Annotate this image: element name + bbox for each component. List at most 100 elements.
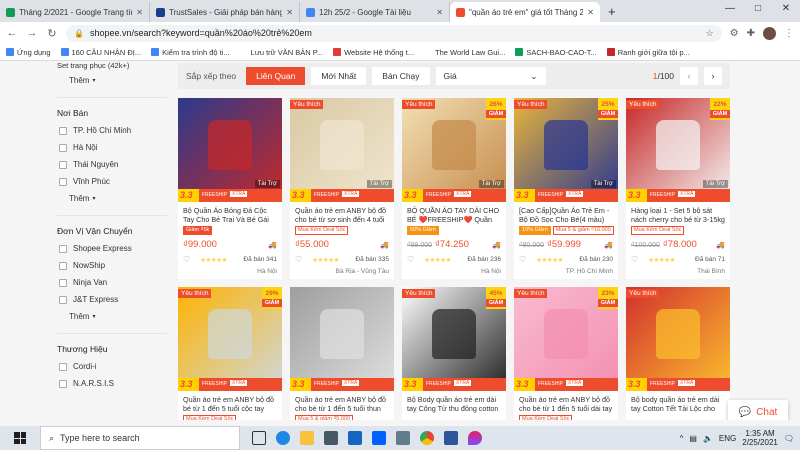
bookmark-item[interactable]: Kiểm tra trình độ ti... bbox=[151, 48, 230, 57]
product-image[interactable]: Yêu thích 3.3 FREESHIP XTRA bbox=[626, 287, 730, 391]
checkbox[interactable] bbox=[59, 261, 67, 270]
product-image[interactable]: Yêu thích 3.3 FREESHIP XTRA Tài Trợ bbox=[290, 98, 394, 202]
sort-newest-button[interactable]: Mới Nhất bbox=[311, 67, 367, 85]
browser-tab[interactable]: 12h 25/2 - Google Tài liệu ✕ bbox=[300, 2, 450, 22]
minimize-button[interactable]: — bbox=[716, 0, 744, 18]
prev-page-button[interactable]: ‹ bbox=[680, 67, 698, 85]
filter-option[interactable]: Thái Nguyên bbox=[57, 160, 167, 169]
task-view-icon[interactable] bbox=[252, 431, 266, 445]
checkbox[interactable] bbox=[59, 244, 67, 253]
bookmark-item[interactable]: SACH-BAO-CAO-T... bbox=[515, 48, 597, 57]
heart-icon[interactable]: ♡ bbox=[631, 255, 638, 264]
mail-icon[interactable] bbox=[348, 431, 362, 445]
heart-icon[interactable]: ♡ bbox=[519, 255, 526, 264]
bookmark-item[interactable]: Ứng dụng bbox=[6, 48, 51, 57]
close-window-button[interactable]: ✕ bbox=[772, 0, 800, 18]
product-image[interactable]: Yêu thích 23% GIẢM 3.3 FREESHIP XTRA bbox=[514, 287, 618, 391]
chrome-icon[interactable] bbox=[420, 431, 434, 445]
notification-icon[interactable]: 🗨 bbox=[784, 434, 794, 443]
menu-dots-icon[interactable]: ⋮ bbox=[784, 28, 794, 39]
product-image[interactable]: Yêu thích 45% GIẢM 3.3 FREESHIP XTRA bbox=[402, 287, 506, 391]
calendar-icon[interactable] bbox=[396, 431, 410, 445]
product-image[interactable]: 3.3 FREESHIP XTRA Tài Trợ bbox=[178, 98, 282, 202]
product-image[interactable]: Yêu thích 25% GIẢM 3.3 FREESHIP XTRA Tài Trợ bbox=[514, 98, 618, 202]
checkbox[interactable] bbox=[59, 295, 67, 304]
product-image[interactable]: Yêu thích 29% GIẢM 3.3 FREESHIP XTRA bbox=[178, 287, 282, 391]
heart-icon[interactable]: ♡ bbox=[407, 255, 414, 264]
product-card[interactable]: Yêu thích 23% GIẢM 3.3 FREESHIP XTRA Quần áo t… bbox=[514, 287, 618, 420]
browser-tab[interactable]: Tháng 2/2021 - Google Trang tín ✕ bbox=[0, 2, 150, 22]
volume-icon[interactable]: 🔈 bbox=[703, 434, 713, 443]
checkbox[interactable] bbox=[59, 177, 67, 186]
edge-icon[interactable] bbox=[276, 431, 290, 445]
filter-option[interactable]: J&T Express bbox=[57, 295, 167, 304]
browser-tab[interactable]: TrustSales - Giải pháp bán hàng ở ✕ bbox=[150, 2, 300, 22]
heart-icon[interactable]: ♡ bbox=[295, 255, 302, 264]
filter-more-link[interactable]: Thêm ▾ bbox=[69, 194, 167, 203]
puzzle-icon[interactable]: ✚ bbox=[747, 28, 755, 39]
checkbox[interactable] bbox=[59, 143, 67, 152]
filter-more-link[interactable]: Thêm ▾ bbox=[69, 312, 167, 321]
profile-avatar[interactable] bbox=[763, 26, 776, 40]
bookmark-star-icon[interactable]: ☆ bbox=[706, 28, 714, 39]
network-icon[interactable]: ▤ bbox=[689, 434, 697, 443]
filter-option[interactable]: N.A.R.S.I.S bbox=[57, 379, 167, 388]
bookmark-item[interactable]: Ranh giới giữa tội p... bbox=[606, 48, 690, 57]
chat-button[interactable]: 💬 Chat bbox=[728, 400, 788, 420]
filter-option[interactable]: Cordi-i bbox=[57, 362, 167, 371]
product-card[interactable]: 3.3 FREESHIP XTRA Tài Trợ Bộ Quần Áo Bóng Đá… bbox=[178, 98, 282, 279]
checkbox[interactable] bbox=[59, 362, 67, 371]
bookmark-item[interactable]: Lưu trữ VĂN BẢN P... bbox=[239, 48, 323, 57]
language-indicator[interactable]: ENG bbox=[719, 434, 736, 443]
forward-icon[interactable]: → bbox=[26, 27, 38, 39]
product-card[interactable]: 3.3 FREESHIP XTRA Quần áo trẻ em ANBY bộ đồ… bbox=[290, 287, 394, 420]
product-card[interactable]: Yêu thích 45% GIẢM 3.3 FREESHIP XTRA Bộ Body q… bbox=[402, 287, 506, 420]
bookmark-item[interactable]: 160 CÂU NHẬN ĐỊ... bbox=[60, 48, 141, 57]
clock[interactable]: 1:35 AM 2/25/2021 bbox=[742, 429, 778, 447]
back-icon[interactable]: ← bbox=[6, 27, 18, 39]
browser-tab[interactable]: "quần áo trẻ em" giá tốt Tháng 2 ✕ bbox=[450, 2, 600, 22]
product-card[interactable]: Yêu thích 3.3 FREESHIP XTRA Tài Trợ Quần áo t… bbox=[290, 98, 394, 279]
filter-option[interactable]: Shopee Express bbox=[57, 244, 167, 253]
bookmark-item[interactable]: The World Law Gui... bbox=[424, 48, 505, 57]
word-icon[interactable] bbox=[444, 431, 458, 445]
filter-option[interactable]: NowShip bbox=[57, 261, 167, 270]
checkbox[interactable] bbox=[59, 160, 67, 169]
checkbox[interactable] bbox=[59, 379, 67, 388]
product-card[interactable]: Yêu thích 25% GIẢM 3.3 FREESHIP XTRA Tài Trợ [C… bbox=[514, 98, 618, 279]
product-image[interactable]: Yêu thích 22% GIẢM 3.3 FREESHIP XTRA Tài Trợ bbox=[626, 98, 730, 202]
product-image[interactable]: 3.3 FREESHIP XTRA bbox=[290, 287, 394, 391]
product-card[interactable]: Yêu thích 22% GIẢM 3.3 FREESHIP XTRA Tài Trợ Hà… bbox=[626, 98, 730, 279]
new-tab-button[interactable]: + bbox=[600, 2, 624, 22]
start-button[interactable] bbox=[0, 426, 40, 450]
extension-icon[interactable]: ⚙ bbox=[730, 28, 739, 39]
bookmark-item[interactable]: Website Hệ thống t... bbox=[333, 48, 414, 57]
taskbar-search-box[interactable]: ⌕ Type here to search bbox=[40, 426, 240, 450]
maximize-button[interactable]: □ bbox=[744, 0, 772, 18]
url-field[interactable]: 🔒 shopee.vn/search?keyword=quần%20áo%20t… bbox=[66, 24, 722, 42]
filter-option[interactable]: Ninja Van bbox=[57, 278, 167, 287]
close-tab-icon[interactable]: ✕ bbox=[436, 8, 443, 17]
product-image[interactable]: Yêu thích 26% GIẢM 3.3 FREESHIP XTRA Tài Trợ bbox=[402, 98, 506, 202]
checkbox[interactable] bbox=[59, 126, 67, 135]
checkbox[interactable] bbox=[59, 278, 67, 287]
product-card[interactable]: Yêu thích 3.3 FREESHIP XTRA Bộ body quần áo … bbox=[626, 287, 730, 420]
tray-chevron-icon[interactable]: ^ bbox=[680, 434, 684, 443]
close-tab-icon[interactable]: ✕ bbox=[136, 8, 143, 17]
filter-option[interactable]: Hà Nội bbox=[57, 143, 167, 152]
close-tab-icon[interactable]: ✕ bbox=[286, 8, 293, 17]
store-icon[interactable] bbox=[324, 431, 338, 445]
close-tab-icon[interactable]: ✕ bbox=[587, 8, 594, 17]
sidebar-more-link[interactable]: Thêm ▾ bbox=[69, 76, 167, 85]
reload-icon[interactable]: ↻ bbox=[46, 27, 58, 40]
dropbox-icon[interactable] bbox=[372, 431, 386, 445]
sort-bestseller-button[interactable]: Bán Chạy bbox=[372, 67, 430, 85]
price-sort-select[interactable]: Giá ⌄ bbox=[435, 67, 546, 85]
sidebar-top-text[interactable]: Set trang phục (42k+) bbox=[57, 61, 167, 70]
filter-option[interactable]: TP. Hồ Chí Minh bbox=[57, 126, 167, 135]
paint-icon[interactable] bbox=[468, 431, 482, 445]
file-explorer-icon[interactable] bbox=[300, 431, 314, 445]
sort-relevance-button[interactable]: Liên Quan bbox=[246, 67, 306, 85]
next-page-button[interactable]: › bbox=[704, 67, 722, 85]
filter-option[interactable]: Vĩnh Phúc bbox=[57, 177, 167, 186]
